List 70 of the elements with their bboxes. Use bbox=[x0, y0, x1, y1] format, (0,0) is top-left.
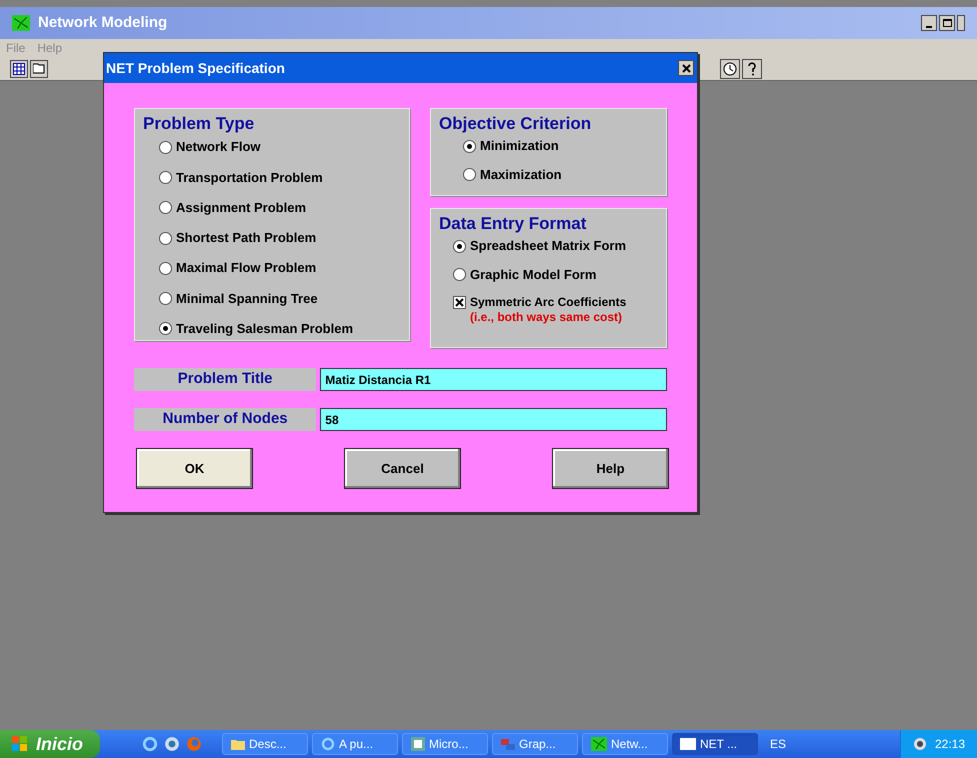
radio-button[interactable] bbox=[159, 171, 172, 184]
radio-label: Maximization bbox=[480, 166, 562, 183]
radio-button[interactable] bbox=[159, 232, 172, 245]
radio-button[interactable] bbox=[463, 140, 476, 153]
taskbar-button[interactable]: Grap... bbox=[492, 733, 578, 755]
window-title: Network Modeling bbox=[38, 12, 168, 33]
radio-label: Minimal Spanning Tree bbox=[176, 290, 318, 307]
menu-item[interactable]: Help bbox=[37, 39, 62, 57]
dialog-title: NET Problem Specification bbox=[106, 58, 285, 78]
graph-icon bbox=[501, 737, 515, 751]
radio-label: Minimization bbox=[480, 138, 559, 154]
radio-label: Traveling Salesman Problem bbox=[176, 320, 354, 337]
radio-label: Shortest Path Problem bbox=[176, 230, 316, 246]
x-mark-icon bbox=[455, 298, 464, 307]
group-title: Problem Type bbox=[143, 113, 256, 134]
radio-button[interactable] bbox=[159, 262, 172, 275]
radio-button[interactable] bbox=[159, 292, 172, 306]
checkbox-note: (i.e., both ways same cost) bbox=[470, 310, 624, 325]
dialog-button[interactable]: Help bbox=[552, 448, 669, 489]
radio-button[interactable] bbox=[453, 268, 466, 282]
group-title: Objective Criterion bbox=[439, 113, 592, 134]
radio-label: Assignment Problem bbox=[176, 200, 306, 216]
field-label: Problem Title bbox=[134, 368, 316, 391]
network-icon bbox=[12, 15, 30, 31]
help-button[interactable] bbox=[742, 58, 762, 78]
close-icon bbox=[682, 64, 690, 72]
taskbar-button[interactable]: A pu... bbox=[312, 733, 398, 755]
taskbar-button[interactable]: Micro... bbox=[402, 733, 488, 755]
input-field[interactable]: 58 bbox=[320, 408, 667, 431]
radio-label: Transportation Problem bbox=[176, 170, 323, 186]
group-title: Data Entry Format bbox=[439, 213, 588, 234]
close-button[interactable] bbox=[957, 15, 965, 31]
minimize-button[interactable] bbox=[921, 15, 937, 31]
radio-label: Graphic Model Form bbox=[470, 266, 596, 283]
taskbar-button[interactable]: Desc... bbox=[222, 733, 308, 755]
maximize-button[interactable] bbox=[939, 15, 955, 31]
speaker-icon[interactable] bbox=[912, 737, 927, 751]
folder-button[interactable] bbox=[30, 60, 48, 78]
app-icon bbox=[411, 737, 425, 751]
radio-button[interactable] bbox=[453, 240, 466, 253]
radio-button[interactable] bbox=[159, 140, 172, 154]
folder-icon bbox=[231, 738, 245, 750]
start-button[interactable]: Inicio bbox=[0, 730, 100, 758]
clock-icon bbox=[723, 62, 737, 76]
checkbox[interactable] bbox=[453, 296, 466, 309]
network-icon bbox=[591, 737, 607, 751]
radio-label: Spreadsheet Matrix Form bbox=[470, 238, 626, 254]
field-label: Number of Nodes bbox=[134, 408, 316, 431]
radio-button[interactable] bbox=[159, 322, 172, 336]
menu-item[interactable]: File bbox=[6, 39, 26, 57]
windows-logo-icon bbox=[12, 736, 28, 752]
help-icon bbox=[747, 62, 757, 76]
language-indicator[interactable]: ES bbox=[770, 735, 786, 753]
radio-label: Network Flow bbox=[176, 139, 261, 156]
clock: 22:13 bbox=[934, 736, 965, 753]
radio-button[interactable] bbox=[159, 201, 172, 214]
taskbar-button[interactable]: NET ... bbox=[672, 733, 758, 755]
close-button[interactable] bbox=[678, 60, 694, 76]
clock-button[interactable] bbox=[720, 58, 740, 78]
radio-label: Maximal Flow Problem bbox=[176, 260, 316, 276]
grid-icon bbox=[13, 62, 25, 74]
grid-button[interactable] bbox=[10, 60, 28, 78]
dialog-button[interactable]: OK bbox=[136, 448, 253, 489]
radio-button[interactable] bbox=[463, 168, 476, 182]
dialog-button[interactable]: Cancel bbox=[344, 448, 461, 489]
window-icon bbox=[680, 738, 696, 750]
checkbox-label: Symmetric Arc Coefficients bbox=[470, 294, 626, 310]
taskbar-button[interactable]: Netw... bbox=[582, 733, 668, 755]
folder-icon bbox=[32, 63, 46, 74]
input-field[interactable]: Matiz Distancia R1 bbox=[320, 368, 667, 391]
